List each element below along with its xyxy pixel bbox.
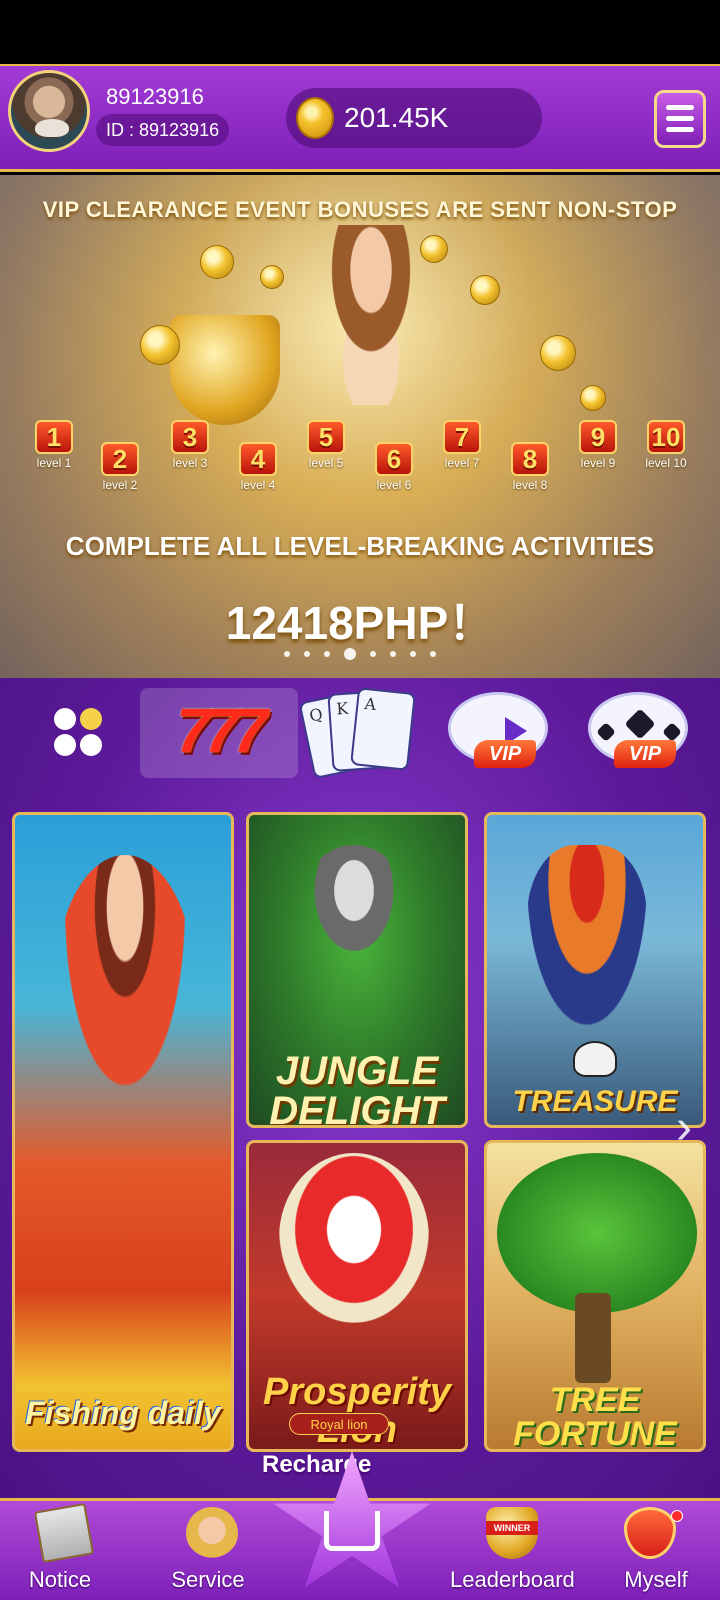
nav-service[interactable]: Service bbox=[148, 1501, 268, 1600]
category-all[interactable] bbox=[40, 688, 120, 778]
envelope-icon bbox=[33, 1502, 95, 1564]
winner-tag: WINNER bbox=[486, 1521, 538, 1535]
banner-headline: VIP CLEARANCE EVENT BONUSES ARE SENT NON… bbox=[42, 197, 678, 222]
nav-label: Leaderboard bbox=[450, 1567, 575, 1592]
game-title: JUNGLE DELIGHT bbox=[269, 1049, 445, 1128]
category-slots[interactable]: 777 bbox=[140, 688, 298, 778]
vip-badge: VIP bbox=[474, 740, 536, 768]
carousel-dot[interactable] bbox=[390, 650, 396, 657]
game-title: TREASURE bbox=[512, 1085, 678, 1118]
category-vip-video[interactable]: VIP bbox=[440, 688, 560, 778]
menu-button[interactable] bbox=[654, 90, 706, 148]
game-lobby: 777 Q K A VIP VIP Fishing daily JUNGLE D… bbox=[0, 678, 720, 1498]
username: 89123916 bbox=[106, 84, 204, 109]
level-badge: 5 level 5 bbox=[307, 420, 345, 470]
carousel-dots[interactable] bbox=[0, 645, 720, 663]
level-badge: 3 level 3 bbox=[171, 420, 209, 470]
carousel-dot[interactable] bbox=[324, 650, 330, 657]
level-badge: 7 level 7 bbox=[443, 420, 481, 470]
level-track: 1 level 1 2 level 2 3 level 3 4 level 4 5 lev… bbox=[0, 420, 720, 500]
game-treasure[interactable]: TREASURE bbox=[484, 812, 706, 1128]
banner-amount: 12418PHP！ bbox=[225, 597, 495, 649]
level-badge: 9 level 9 bbox=[579, 420, 617, 470]
hamburger-icon bbox=[666, 105, 694, 110]
balance-value: 201.45K bbox=[344, 102, 449, 133]
game-tree-fortune[interactable]: TREE FORTUNE bbox=[484, 1140, 706, 1452]
playing-card-icon: A bbox=[350, 687, 416, 771]
category-vip-sports[interactable]: VIP bbox=[580, 688, 700, 778]
balance-display[interactable]: 201.45K bbox=[286, 88, 542, 148]
coin-decoration bbox=[470, 275, 500, 305]
vip-badge: VIP bbox=[614, 740, 676, 768]
user-id: ID : 89123916 bbox=[96, 114, 230, 146]
support-agent-icon bbox=[186, 1507, 238, 1559]
carousel-dot[interactable] bbox=[344, 647, 356, 660]
game-fishing-daily[interactable]: Fishing daily bbox=[12, 812, 234, 1452]
coin-decoration bbox=[200, 245, 234, 279]
top-header: 89123916 ID : 89123916 201.45K bbox=[0, 64, 720, 172]
coin-icon bbox=[296, 97, 334, 139]
category-cards[interactable]: Q K A bbox=[298, 687, 422, 780]
shopping-cart-icon bbox=[324, 1511, 380, 1551]
trophy-icon: WINNER bbox=[486, 1507, 538, 1559]
game-subtitle: Royal lion bbox=[289, 1413, 389, 1435]
coin-decoration bbox=[260, 265, 284, 289]
carousel-dot[interactable] bbox=[430, 650, 436, 657]
carousel-dot[interactable] bbox=[304, 650, 310, 657]
level-badge: 10 level 10 bbox=[645, 420, 687, 470]
coin-decoration bbox=[580, 385, 606, 411]
category-bar: 777 Q K A VIP VIP bbox=[0, 678, 720, 788]
level-badge: 4 level 4 bbox=[239, 442, 277, 492]
coin-decoration bbox=[540, 335, 576, 371]
promo-banner[interactable]: VIP CLEARANCE EVENT BONUSES ARE SENT NON… bbox=[0, 175, 720, 678]
nav-notice[interactable]: Notice bbox=[0, 1501, 120, 1600]
level-badge: 6 level 6 bbox=[375, 442, 413, 492]
banner-subline: COMPLETE ALL LEVEL-BREAKING ACTIVITIES bbox=[65, 531, 655, 561]
carousel-dot[interactable] bbox=[410, 650, 416, 657]
nav-label: Myself bbox=[624, 1567, 688, 1592]
chevron-right-icon[interactable]: › bbox=[676, 1100, 712, 1156]
level-badge: 8 level 8 bbox=[511, 442, 549, 492]
game-title: Prosperity Lion bbox=[263, 1371, 451, 1449]
bottom-nav: Notice Service Recharge WINNER Leaderboa… bbox=[0, 1451, 720, 1600]
nav-myself[interactable]: Myself bbox=[596, 1501, 716, 1600]
notification-dot bbox=[671, 1510, 683, 1522]
game-title: Fishing daily bbox=[25, 1395, 221, 1431]
nav-label: Service bbox=[171, 1567, 245, 1592]
nav-leaderboard[interactable]: WINNER Leaderboard bbox=[450, 1501, 575, 1600]
game-jungle-delight[interactable]: JUNGLE DELIGHT bbox=[246, 812, 468, 1128]
coin-decoration bbox=[420, 235, 448, 263]
carousel-dot[interactable] bbox=[284, 650, 290, 657]
avatar[interactable] bbox=[8, 70, 90, 152]
carousel-dot[interactable] bbox=[370, 650, 376, 657]
golden-trophy-image bbox=[170, 315, 280, 425]
profile-shield-icon bbox=[624, 1507, 683, 1559]
coin-decoration bbox=[140, 325, 180, 365]
status-bar bbox=[0, 0, 720, 64]
nav-recharge[interactable]: Recharge bbox=[262, 1451, 442, 1600]
nav-label: Notice bbox=[28, 1567, 92, 1592]
slots-777-icon: 777 bbox=[176, 697, 267, 766]
hostess-image bbox=[306, 225, 436, 405]
level-badge: 1 level 1 bbox=[35, 420, 73, 470]
game-prosperity-lion[interactable]: Prosperity Lion Royal lion bbox=[246, 1140, 468, 1452]
clover-icon bbox=[54, 708, 102, 756]
game-title: TREE FORTUNE bbox=[513, 1381, 677, 1452]
skull-icon bbox=[573, 1041, 617, 1077]
level-badge: 2 level 2 bbox=[101, 442, 139, 492]
